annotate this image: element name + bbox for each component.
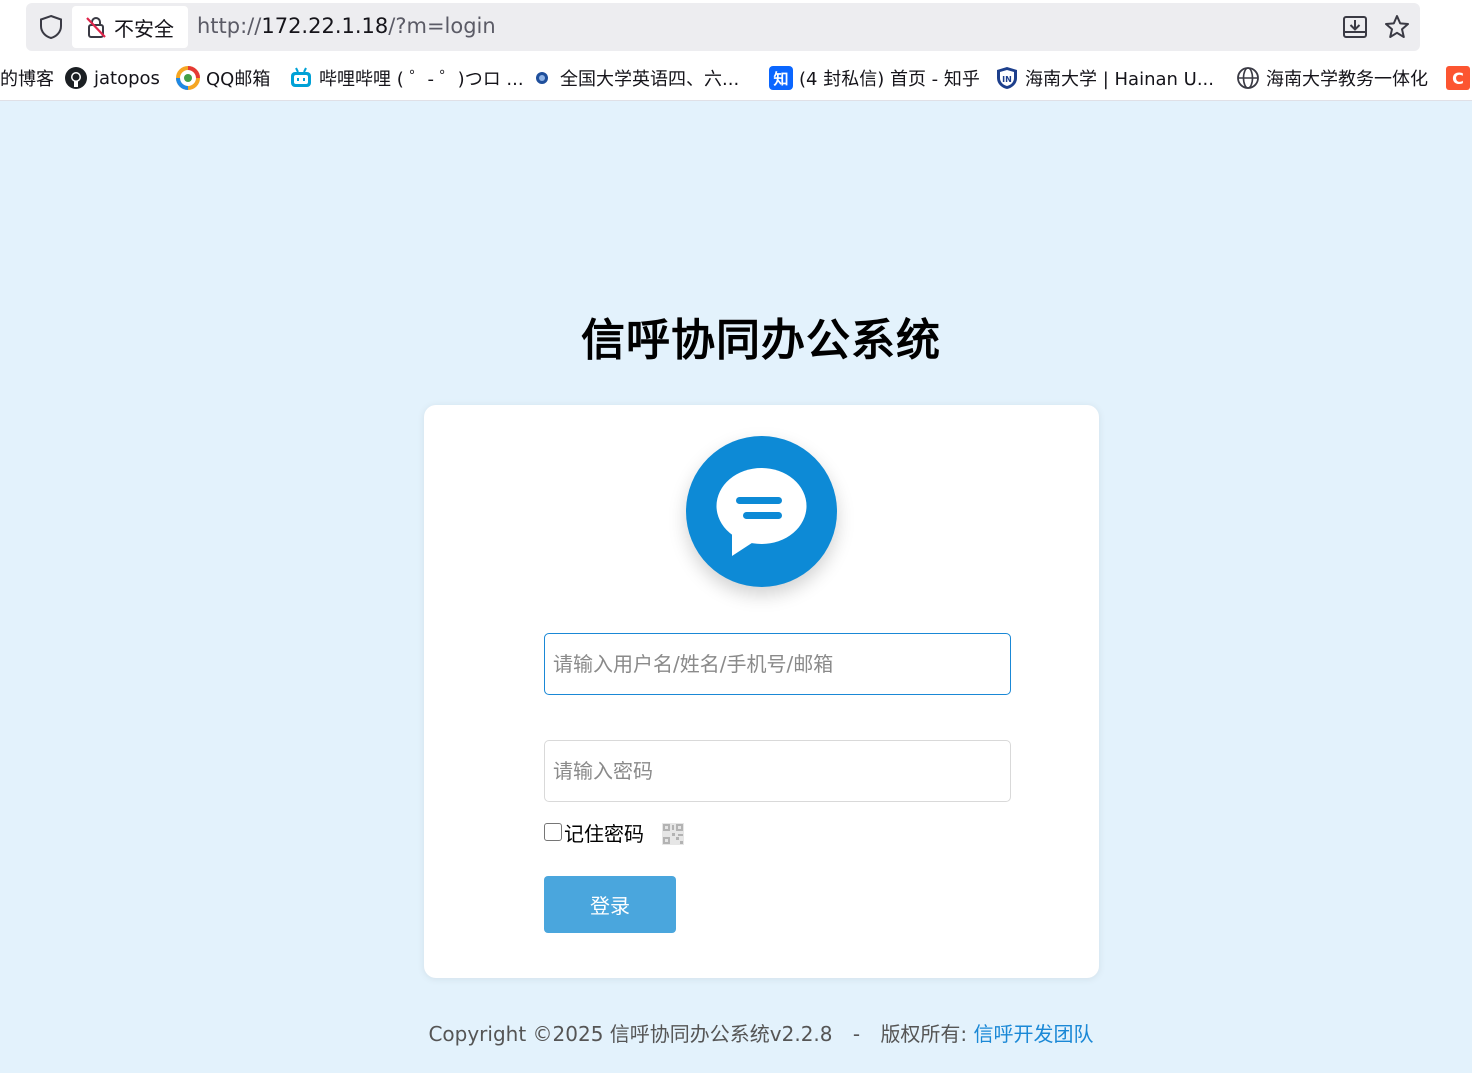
password-input[interactable] — [544, 740, 1011, 802]
csdn-icon: C — [1446, 66, 1470, 90]
qr-code-icon[interactable] — [662, 823, 684, 845]
bookmark-label: (4 封私信) 首页 - 知乎 — [799, 69, 980, 90]
svg-text:IN: IN — [1002, 75, 1012, 84]
bookmark-star-icon[interactable] — [1383, 13, 1411, 41]
site-security-indicator[interactable]: 不安全 — [72, 6, 188, 48]
remember-password-option[interactable]: 记住密码 — [544, 818, 644, 846]
bookmark-qqmail[interactable]: QQ邮箱 — [176, 64, 270, 92]
cet-icon — [530, 66, 554, 90]
svg-text:知: 知 — [773, 70, 788, 88]
bookmark-label: 海南大学 | Hainan U... — [1025, 69, 1214, 90]
bookmark-hainan-academic[interactable]: 海南大学教务一体化 — [1236, 64, 1428, 92]
browser-chrome: 不安全 http://172.22.1.18/?m=login 的博客 jato… — [0, 0, 1472, 101]
chat-logo-icon — [686, 436, 837, 587]
bookmark-label: jatopos — [94, 67, 160, 89]
url-text[interactable]: http://172.22.1.18/?m=login — [197, 14, 496, 38]
zhihu-icon: 知 — [769, 66, 793, 90]
bilibili-icon — [289, 66, 313, 90]
url-host: 172.22.1.18 — [261, 14, 389, 38]
remember-password-label: 记住密码 — [564, 821, 644, 846]
bookmark-label: 全国大学英语四、六... — [560, 69, 740, 90]
qqmail-icon — [176, 66, 200, 90]
rights-text: 版权所有: — [880, 1022, 968, 1046]
page-title: 信呼协同办公系统 — [581, 315, 941, 366]
bookmark-label: 的博客 — [0, 69, 54, 90]
copyright-text: Copyright ©2025 信呼协同办公系统v2.2.8 — [428, 1022, 833, 1046]
bookmark-cet[interactable]: 全国大学英语四、六... — [530, 64, 739, 92]
url-path: /?m=login — [388, 14, 496, 38]
footer-separator: - — [852, 1022, 861, 1046]
bookmarks-toolbar: 的博客 jatopos QQ邮箱 哔哩哔哩 ( ゜- ゜)つロ ... 全国大学… — [0, 56, 1472, 101]
svg-text:C: C — [1452, 69, 1464, 88]
remember-password-checkbox[interactable] — [544, 823, 562, 841]
bookmark-bilibili[interactable]: 哔哩哔哩 ( ゜- ゜)つロ ... — [289, 64, 524, 92]
bookmark-label: 哔哩哔哩 ( ゜- ゜)つロ ... — [319, 69, 524, 90]
url-prefix: http:// — [197, 14, 262, 38]
bookmark-github[interactable]: jatopos — [64, 64, 160, 92]
save-to-pocket-icon[interactable] — [1341, 14, 1369, 40]
team-link[interactable]: 信呼开发团队 — [974, 1022, 1094, 1046]
security-label: 不安全 — [114, 16, 174, 41]
globe-icon — [1236, 66, 1260, 90]
hainan-university-icon: IN — [995, 66, 1019, 90]
footer: Copyright ©2025 信呼协同办公系统v2.2.8 - 版权所有: 信… — [0, 1018, 1472, 1047]
bookmark-csdn[interactable]: C — [1446, 64, 1472, 92]
bookmark-zhihu[interactable]: 知 (4 封私信) 首页 - 知乎 — [769, 64, 980, 92]
github-icon — [64, 66, 88, 90]
bookmark-blog[interactable]: 的博客 — [0, 64, 54, 92]
username-input[interactable] — [544, 633, 1011, 695]
insecure-lock-icon — [86, 17, 106, 38]
login-button[interactable]: 登录 — [544, 876, 676, 933]
bookmark-label: QQ邮箱 — [206, 69, 271, 90]
bookmark-hainan-university[interactable]: IN 海南大学 | Hainan U... — [995, 64, 1214, 92]
shield-icon[interactable] — [38, 14, 64, 40]
bookmark-label: 海南大学教务一体化 — [1266, 69, 1428, 90]
